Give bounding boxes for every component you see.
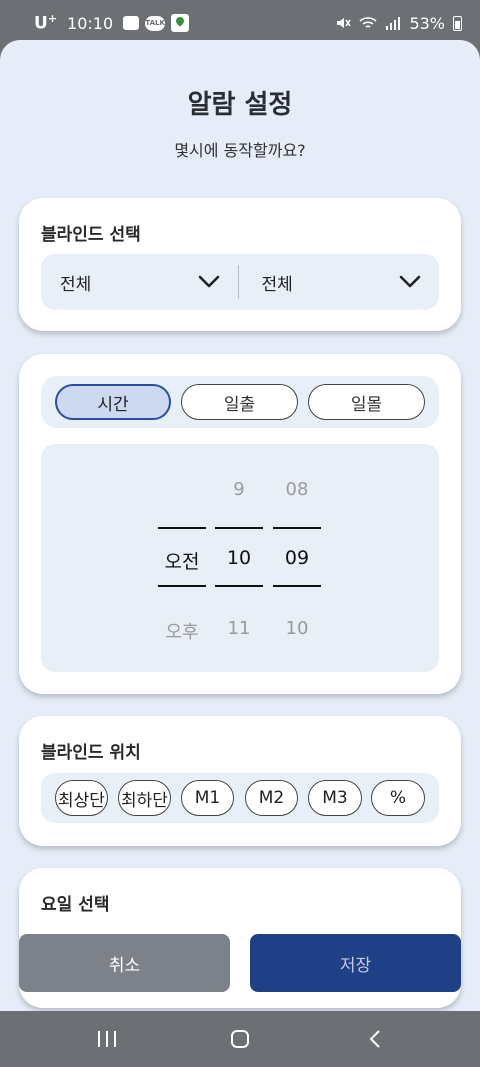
blind-group-dropdown[interactable]: 전체: [41, 270, 238, 295]
status-right: 53%: [335, 14, 462, 33]
mode-time-button[interactable]: 시간: [55, 384, 171, 420]
blind-group-value: 전체: [60, 274, 92, 295]
ampm-below: 오후: [165, 622, 199, 643]
signal-icon: [386, 17, 401, 30]
position-m2-button[interactable]: M2: [245, 780, 298, 816]
picker-line-top: [215, 527, 263, 529]
save-button[interactable]: 저장: [250, 934, 461, 992]
position-m1-button[interactable]: M1: [181, 780, 234, 816]
blind-select-card: 블라인드 선택 전체 전체: [19, 198, 461, 331]
blind-item-value: 전체: [261, 274, 293, 295]
back-button[interactable]: [355, 1025, 395, 1053]
day-select-title: 요일 선택: [41, 895, 110, 915]
status-time: 10:10: [67, 13, 114, 33]
picker-line-bottom: [273, 585, 321, 587]
back-icon: [369, 1030, 380, 1048]
minute-above: 08: [285, 479, 309, 500]
position-bottom-button[interactable]: 최하단: [118, 780, 171, 816]
recent-apps-button[interactable]: [87, 1025, 127, 1053]
blind-select-title: 블라인드 선택: [41, 225, 141, 245]
position-m3-button[interactable]: M3: [308, 780, 362, 816]
hour-above: 9: [233, 479, 245, 500]
picker-line-top: [273, 527, 321, 529]
time-card: 시간 일출 일몰 오전 오후 9 10 11 08 09 10: [19, 354, 461, 694]
battery-icon: [453, 15, 462, 31]
cancel-button[interactable]: 취소: [19, 934, 230, 992]
hour-below: 11: [227, 618, 251, 639]
system-nav-bar: [0, 1011, 480, 1067]
blind-position-card: 블라인드 위치 최상단 최하단 M1 M2 M3 %: [19, 716, 461, 846]
mode-sunrise-button[interactable]: 일출: [181, 384, 298, 420]
blind-item-dropdown[interactable]: 전체: [239, 270, 440, 295]
chevron-down-icon: [399, 275, 421, 288]
status-left: U+ 10:10 TALK: [34, 12, 190, 34]
blind-position-selector: 최상단 최하단 M1 M2 M3 %: [41, 773, 439, 823]
chevron-down-icon: [198, 275, 219, 288]
hour-selected: 10: [226, 547, 252, 569]
time-mode-selector: 시간 일출 일몰: [41, 376, 439, 428]
minute-selected: 09: [284, 547, 310, 569]
time-picker: 오전 오후 9 10 11 08 09 10: [41, 444, 439, 672]
picker-line-bottom: [158, 585, 206, 587]
position-top-button[interactable]: 최상단: [55, 780, 108, 816]
minute-below: 10: [285, 618, 309, 639]
home-button[interactable]: [220, 1025, 260, 1053]
ampm-selected: 오전: [164, 551, 200, 573]
hour-wheel[interactable]: 9 10 11: [215, 444, 263, 672]
mode-sunset-button[interactable]: 일몰: [308, 384, 425, 420]
position-percent-button[interactable]: %: [371, 780, 425, 816]
map-icon: [171, 14, 190, 32]
page-title: 알람 설정: [187, 90, 293, 120]
minute-wheel[interactable]: 08 09 10: [273, 444, 321, 672]
carrier-label: U+: [34, 12, 58, 34]
gallery-icon: [123, 16, 140, 30]
picker-line-bottom: [215, 585, 263, 587]
recent-apps-icon: [98, 1031, 116, 1047]
talk-icon: TALK: [145, 15, 166, 31]
home-icon: [231, 1030, 249, 1048]
battery-percent: 53%: [409, 13, 445, 33]
blind-select-row: 전체 전체: [41, 254, 439, 310]
mute-icon: [337, 18, 352, 28]
blind-position-title: 블라인드 위치: [41, 743, 141, 763]
picker-line-top: [158, 527, 206, 529]
alarm-settings-sheet: 알람 설정 몇시에 동작할까요? 블라인드 선택 전체 전체 시간 일출 일몰: [0, 40, 480, 1011]
wifi-icon: [359, 17, 377, 28]
ampm-wheel[interactable]: 오전 오후: [158, 444, 206, 672]
page-subtitle: 몇시에 동작할까요?: [174, 141, 306, 160]
